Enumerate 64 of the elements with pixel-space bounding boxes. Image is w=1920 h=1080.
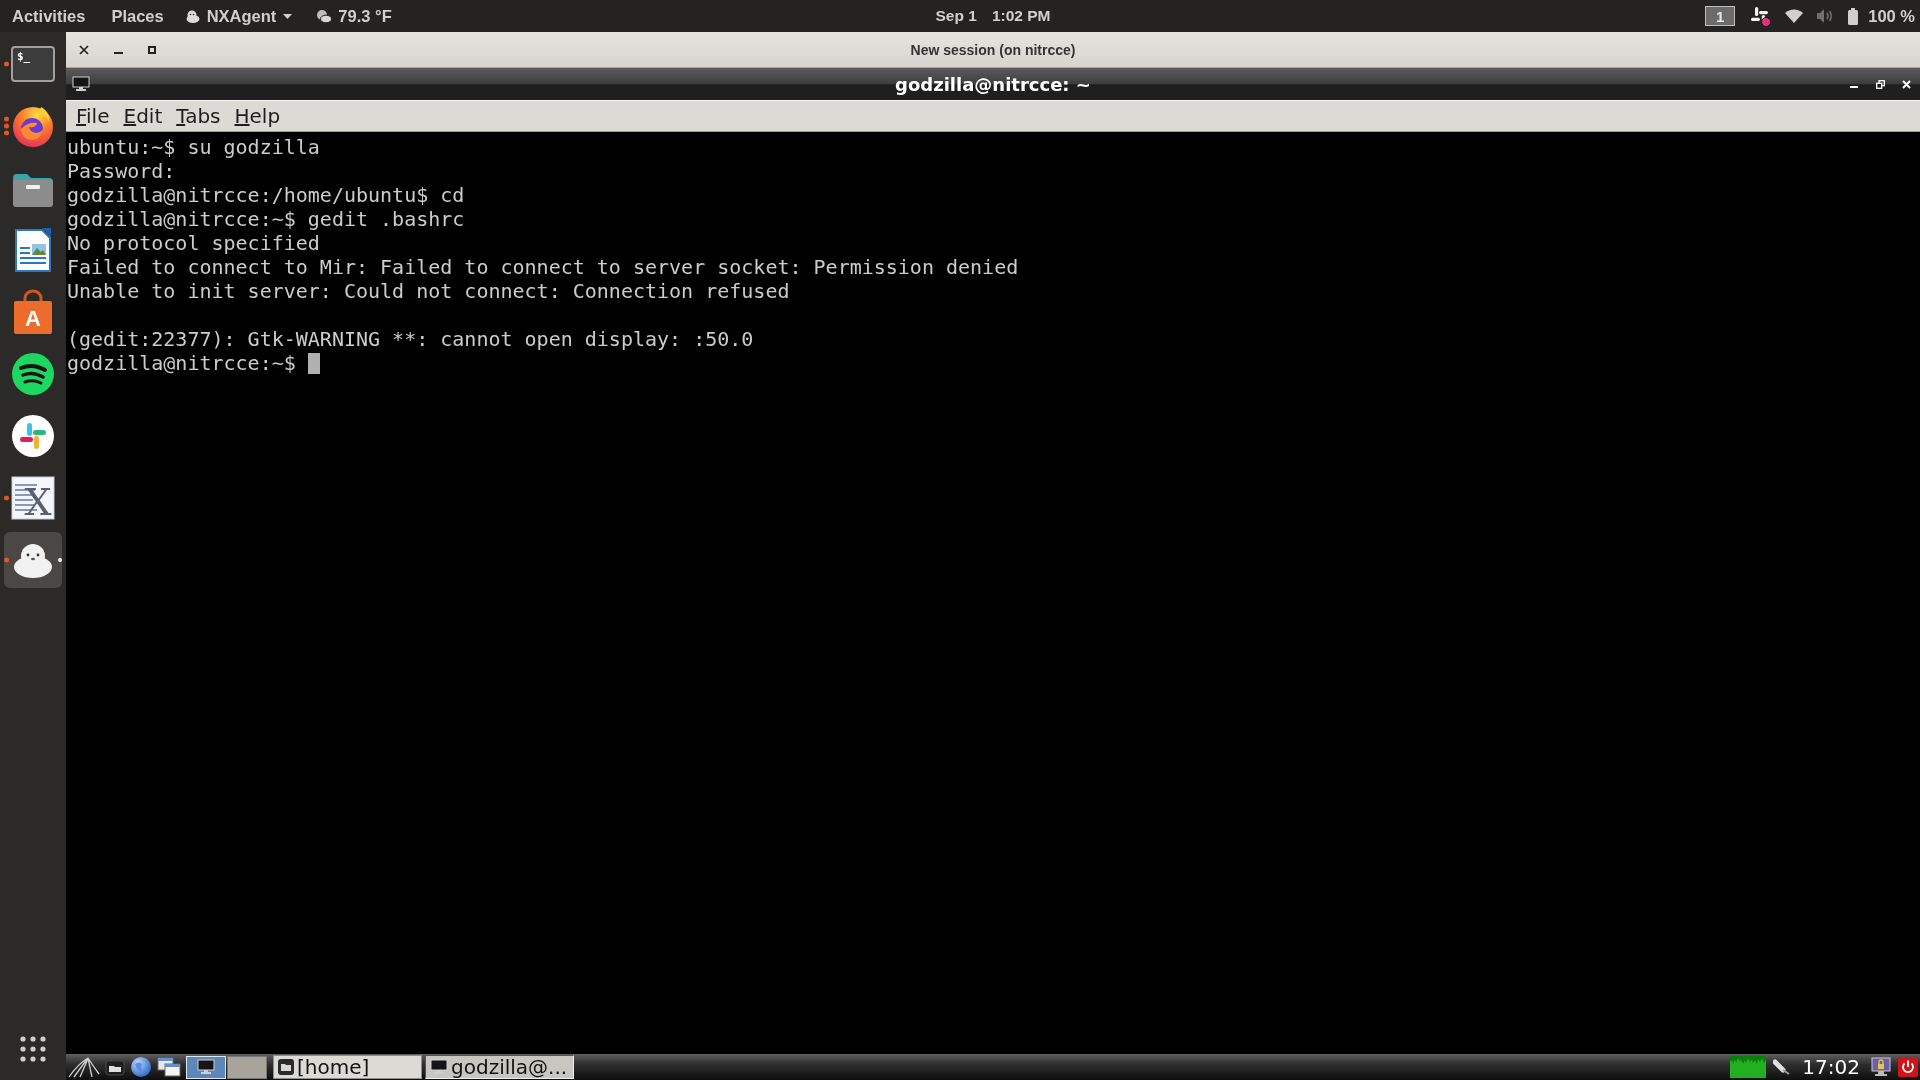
monitor-icon	[197, 1059, 215, 1075]
monitor-icon	[430, 1059, 448, 1075]
menu-item[interactable]: Help	[234, 104, 281, 128]
minimize-icon	[1850, 85, 1858, 89]
terminal-line: Failed to connect to Mir: Failed to connect to server socket: Permission denied	[67, 255, 1019, 279]
activities-button[interactable]: Activities	[12, 6, 86, 26]
dock-item[interactable]: $_	[4, 36, 62, 92]
dock-item[interactable]	[4, 532, 62, 588]
focus-dot-icon	[58, 558, 62, 562]
task-button[interactable]: godzilla@...	[425, 1055, 574, 1079]
app-menu[interactable]: NXAgent	[185, 6, 293, 26]
maximize-icon	[148, 45, 156, 54]
terminal-line: ubuntu:~$ su godzilla	[67, 135, 320, 159]
date-label: Sep 1	[935, 7, 977, 25]
weather-indicator[interactable]: 79.3 °F	[316, 6, 392, 26]
app-grid-icon[interactable]	[20, 1036, 46, 1062]
terminal-line: Unable to init server: Could not connect: Connection refused	[67, 279, 790, 303]
document-icon	[14, 227, 52, 273]
circle-waves-icon	[11, 352, 55, 396]
battery-icon[interactable]	[1848, 7, 1859, 25]
clock: 17:02	[1802, 1055, 1860, 1079]
battery-percentage: 100 %	[1868, 6, 1915, 26]
flame-globe-icon	[11, 104, 55, 148]
globe-icon[interactable]	[130, 1056, 152, 1078]
power-icon[interactable]	[1898, 1057, 1918, 1077]
close-icon	[79, 44, 89, 55]
speaker-icon[interactable]	[1817, 9, 1835, 23]
cable-plug-icon	[1773, 1059, 1792, 1075]
cloud-sun-icon	[316, 9, 333, 23]
terminal-icon: $_	[11, 46, 55, 82]
folder-icon[interactable]	[105, 1058, 125, 1076]
cursor-icon	[307, 352, 320, 374]
swoosh-logo-icon[interactable]	[68, 1056, 100, 1078]
dock-item[interactable]: X	[4, 470, 62, 526]
terminal-line: godzilla@nitrcce:/home/ubuntu$ cd	[67, 183, 465, 207]
windows-icon[interactable]	[157, 1056, 181, 1078]
seal-icon	[185, 9, 200, 23]
places-menu[interactable]: Places	[111, 6, 164, 26]
monitor-lock-icon[interactable]	[1871, 1057, 1891, 1077]
cpu-graph-icon	[1730, 1056, 1767, 1078]
terminal-title: godzilla@nitrcce: ~	[895, 73, 1091, 95]
x-window-icon: X	[11, 476, 55, 520]
menu-item[interactable]: Edit	[123, 104, 163, 128]
monitor-icon	[72, 76, 90, 92]
terminal-line: No protocol specified	[67, 231, 320, 255]
terminal-prompt: godzilla@nitrcce:~$	[67, 351, 296, 375]
menu-item[interactable]: File	[76, 104, 110, 128]
wifi-icon[interactable]	[1785, 9, 1804, 23]
desktop-switch[interactable]	[227, 1055, 267, 1079]
caret-icon	[283, 13, 293, 19]
workspace-indicator[interactable]: 1	[1705, 6, 1736, 26]
restore-icon	[1875, 79, 1885, 89]
pinwheel-badge-icon[interactable]	[1749, 5, 1772, 27]
pinwheel-icon	[11, 414, 55, 458]
terminal-line: godzilla@nitrcce:~$ gedit .bashrc	[67, 207, 465, 231]
minimize-icon	[113, 52, 123, 55]
folder-icon	[278, 1059, 294, 1075]
terminal-line: Password:	[67, 159, 176, 183]
window-title: New session (on nitrcce)	[910, 41, 1076, 58]
terminal-line: (gedit:22377): Gtk-WARNING **: cannot open display: :50.0	[67, 327, 754, 351]
close-icon	[1901, 79, 1911, 89]
task-button[interactable]: [home]	[273, 1055, 422, 1079]
time-label: 1:02 PM	[991, 7, 1051, 25]
menu-item[interactable]: Tabs	[176, 104, 221, 128]
